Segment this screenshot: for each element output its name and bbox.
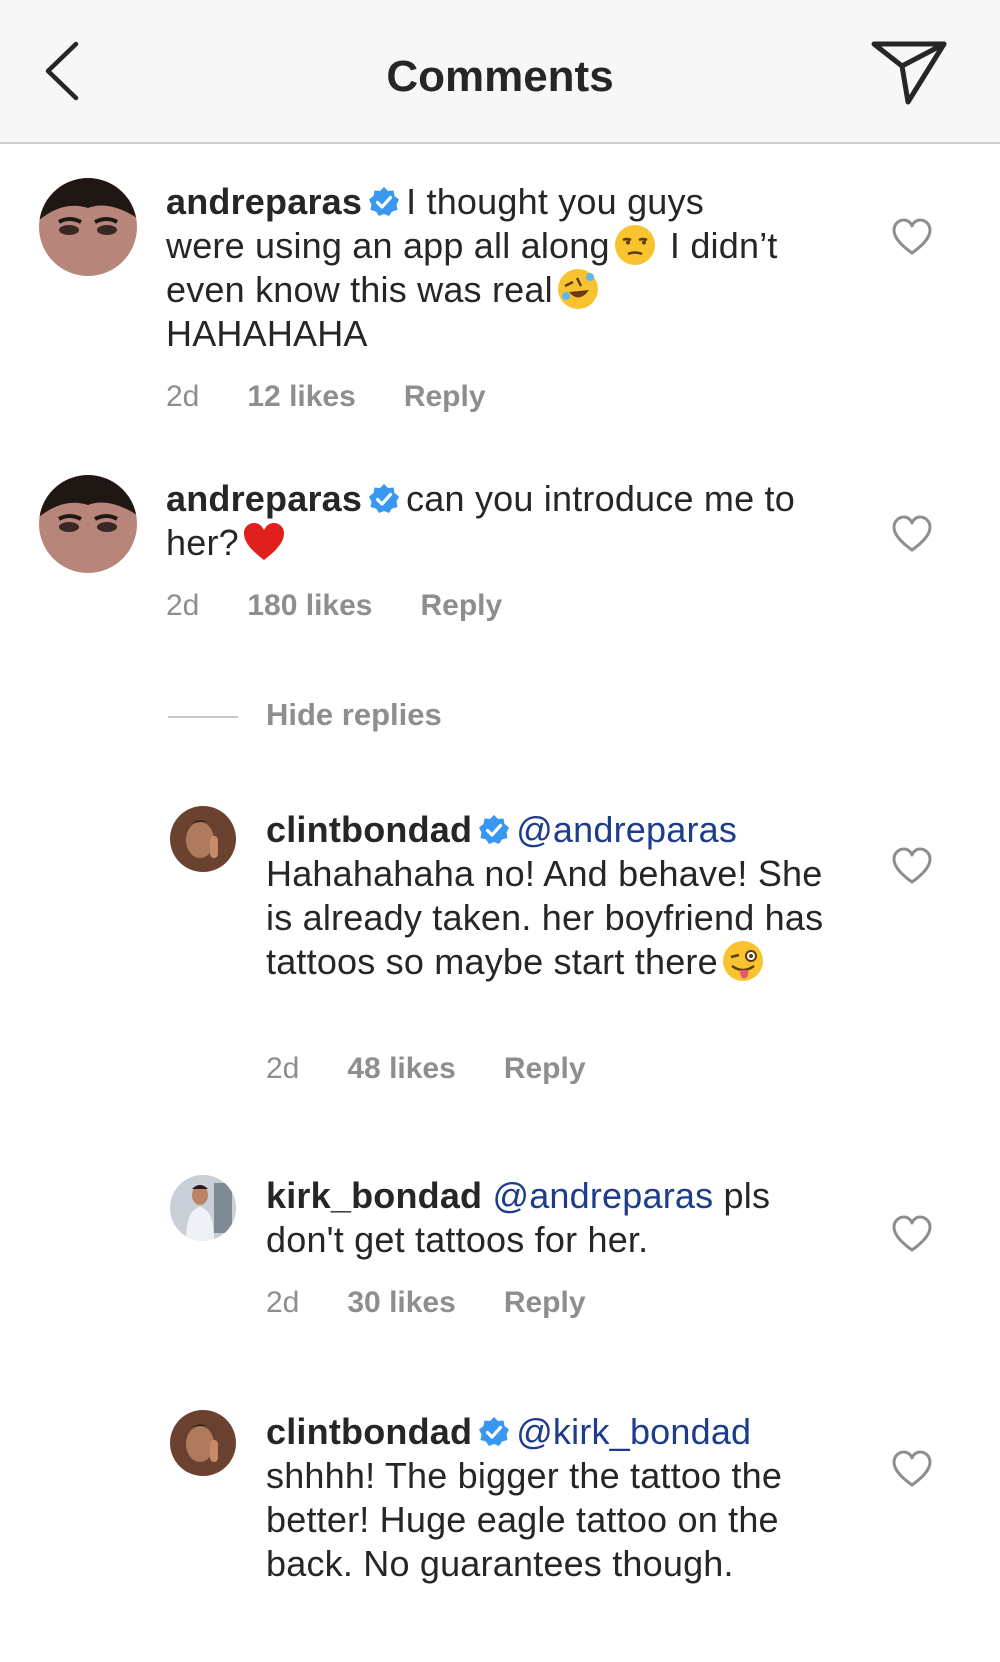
comment-username[interactable]: andreparas (166, 181, 362, 222)
likes-count[interactable]: 180 likes (247, 589, 372, 622)
reply-text: kirk_bondad @andreparas pls don't get ta… (266, 1174, 856, 1262)
red-heart-emoji (243, 521, 285, 563)
comment-time: 2d (166, 589, 200, 622)
winking-tongue-emoji (722, 940, 764, 982)
likes-count[interactable]: 30 likes (347, 1286, 455, 1319)
likes-count[interactable]: 12 likes (247, 380, 355, 413)
send-icon[interactable] (868, 36, 950, 108)
reply-meta: 2d 48 likes Reply (266, 1052, 634, 1086)
comment-meta: 2d 12 likes Reply (166, 380, 534, 414)
hide-replies-button[interactable]: Hide replies (266, 697, 442, 733)
reply-text: clintbondad @kirk_bondad shhhh! The bigge… (266, 1410, 826, 1586)
avatar[interactable] (39, 178, 137, 276)
unamused-emoji (614, 224, 656, 266)
page-title: Comments (386, 52, 614, 101)
comment-username[interactable]: andreparas (166, 478, 362, 519)
comment-meta: 2d 180 likes Reply (166, 589, 550, 623)
reply-time: 2d (266, 1286, 300, 1319)
reply-meta: 2d 30 likes Reply (266, 1286, 634, 1320)
avatar[interactable] (170, 806, 236, 872)
mention-link[interactable]: @kirk_bondad (516, 1411, 751, 1452)
avatar[interactable] (170, 1410, 236, 1476)
comment-text: andreparas I thought you guys were using … (166, 180, 786, 356)
heart-icon[interactable] (892, 515, 932, 555)
comment-text: andreparas can you introduce me to her? (166, 477, 826, 565)
reply-button[interactable]: Reply (404, 380, 486, 413)
reply-button[interactable]: Reply (504, 1286, 586, 1319)
heart-icon[interactable] (892, 1450, 932, 1490)
replies-divider (168, 716, 238, 718)
reply-button[interactable]: Reply (421, 589, 503, 622)
verified-badge-icon (368, 184, 400, 216)
heart-icon[interactable] (892, 1215, 932, 1255)
likes-count[interactable]: 48 likes (347, 1052, 455, 1085)
mention-link[interactable]: @andreparas (516, 809, 737, 850)
header-bar: Comments (0, 0, 1000, 144)
verified-badge-icon (368, 481, 400, 513)
reply-button[interactable]: Reply (504, 1052, 586, 1085)
comment-body-part-3: HAHAHAHA (166, 313, 368, 354)
mention-link[interactable]: @andreparas (492, 1175, 713, 1216)
verified-badge-icon (478, 1414, 510, 1446)
reply-time: 2d (266, 1052, 300, 1085)
reply-body: shhhh! The bigger the tattoo the better!… (266, 1455, 783, 1584)
comment-time: 2d (166, 380, 200, 413)
reply-username[interactable]: clintbondad (266, 1411, 472, 1452)
avatar[interactable] (170, 1175, 236, 1241)
rofl-emoji (557, 268, 599, 310)
avatar[interactable] (39, 475, 137, 573)
heart-icon[interactable] (892, 847, 932, 887)
verified-badge-icon (478, 812, 510, 844)
reply-text: clintbondad @andreparas Hahahahaha no! An… (266, 808, 856, 984)
reply-username[interactable]: clintbondad (266, 809, 472, 850)
reply-username[interactable]: kirk_bondad (266, 1175, 482, 1216)
heart-icon[interactable] (892, 218, 932, 258)
